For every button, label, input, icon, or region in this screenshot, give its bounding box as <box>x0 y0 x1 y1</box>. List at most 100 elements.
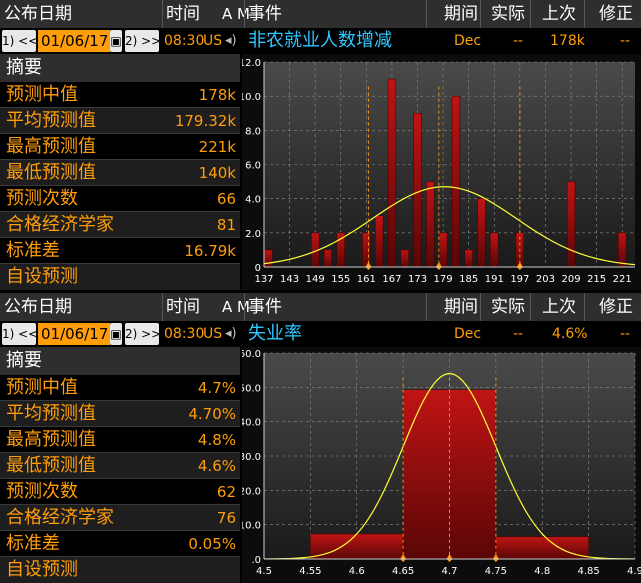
summary-title: 摘要 <box>0 54 240 82</box>
header-actual[interactable]: 实际 <box>491 293 525 321</box>
next-date-button[interactable]: 2) >> <box>125 323 161 345</box>
summary-row: 平均预测值 4.70% <box>0 401 240 427</box>
header-event[interactable]: 事件 <box>248 293 282 321</box>
summary-row: 合格经济学家 76 <box>0 505 240 531</box>
event-period: Dec <box>454 326 482 342</box>
header-period[interactable]: 期间 <box>444 0 478 28</box>
header-prior[interactable]: 上次 <box>542 0 576 28</box>
next-date-button[interactable]: 2) >> <box>125 30 161 52</box>
header-bar: 公布日期 时间 A M 事件 期间 实际 上次 修正 <box>0 0 641 28</box>
header-release-date[interactable]: 公布日期 <box>4 0 72 28</box>
header-release-date[interactable]: 公布日期 <box>4 293 72 321</box>
histogram-bar <box>566 181 576 268</box>
summary-row: 合格经济学家 81 <box>0 212 240 238</box>
release-date-field[interactable]: 01/06/17 <box>38 323 110 345</box>
summary-row: 预测次数 66 <box>0 186 240 212</box>
speaker-icon[interactable]: ◂) <box>225 30 237 52</box>
y-tick-label: 60.0 <box>242 349 261 360</box>
y-tick-label: 8.0 <box>245 126 261 137</box>
histogram-bar <box>464 249 473 268</box>
x-tick-label: 161 <box>357 274 376 285</box>
event-prior: 4.6% <box>552 326 588 342</box>
x-tick-label: 4.7 <box>442 566 458 577</box>
prev-date-button[interactable]: 1) << <box>2 30 38 52</box>
nfp-panel: 公布日期 时间 A M 事件 期间 实际 上次 修正 1) << 01/06/1… <box>0 0 641 290</box>
event-name[interactable]: 失业率 <box>248 323 302 345</box>
header-period[interactable]: 期间 <box>444 293 478 321</box>
header-time[interactable]: 时间 <box>166 293 200 321</box>
x-tick-label: 203 <box>536 274 555 285</box>
y-tick-label: 0 <box>255 263 261 274</box>
event-actual: -- <box>513 326 524 342</box>
y-tick-label: 40.0 <box>242 418 261 429</box>
summary-row: 标准差 0.05% <box>0 531 240 557</box>
x-tick-label: 143 <box>280 274 299 285</box>
y-tick-label: 20.0 <box>242 486 261 497</box>
event-actual: -- <box>513 33 524 49</box>
event-name[interactable]: 非农就业人数增减 <box>248 30 392 52</box>
header-am[interactable]: A M <box>222 0 250 28</box>
y-tick-label: 50.0 <box>242 383 261 394</box>
x-tick-label: 4.85 <box>577 566 599 577</box>
x-tick-label: 4.9 <box>627 566 641 577</box>
x-tick-label: 4.65 <box>392 566 414 577</box>
calendar-icon[interactable]: ▣ <box>110 30 122 52</box>
forecast-histogram-svg: .0 10.0 20.0 30.0 40.0 50.0 60.0 4.5 4.55 4.6 4.65… <box>242 349 641 577</box>
header-revision[interactable]: 修正 <box>599 293 633 321</box>
header-actual[interactable]: 实际 <box>491 0 525 28</box>
header-revision[interactable]: 修正 <box>599 0 633 28</box>
summary-row-custom-forecast[interactable]: 自设预测 <box>0 264 240 290</box>
x-tick-label: 179 <box>434 274 453 285</box>
speaker-icon[interactable]: ◂) <box>225 323 237 345</box>
x-tick-label: 215 <box>587 274 606 285</box>
forecast-summary: 摘要 预测中值 178k 平均预测值 179.32k 最高预测值 221k 最低预测值… <box>0 54 240 290</box>
y-tick-label: 30.0 <box>242 452 261 463</box>
release-time: 08:30 <box>164 326 205 342</box>
event-revision: -- <box>620 33 631 49</box>
event-revision: -- <box>620 326 631 342</box>
summary-row: 最低预测值 4.6% <box>0 453 240 479</box>
summary-row: 标准差 16.79k <box>0 238 240 264</box>
header-event[interactable]: 事件 <box>248 0 282 28</box>
histogram-bar <box>426 181 435 268</box>
histogram-bar <box>323 249 333 268</box>
histogram-bar <box>413 113 422 268</box>
y-tick-label: 2.0 <box>245 229 261 240</box>
release-date-field[interactable]: 01/06/17 <box>38 30 110 52</box>
summary-row: 平均预测值 179.32k <box>0 108 240 134</box>
x-tick-label: 155 <box>331 274 350 285</box>
calendar-icon[interactable]: ▣ <box>110 323 122 345</box>
histogram-bar <box>362 232 371 268</box>
forecast-histogram: 0 2.0 4.0 6.0 8.0 10.0 12.0 137 143 149 155 161 167 1… <box>242 54 641 290</box>
forecast-histogram: .0 10.0 20.0 30.0 40.0 50.0 60.0 4.5 4.55 4.6 4.65… <box>242 347 641 583</box>
header-am[interactable]: A M <box>222 293 250 321</box>
x-tick-label: 197 <box>510 274 529 285</box>
x-tick-label: 4.75 <box>485 566 507 577</box>
release-time: 08:30 <box>164 33 205 49</box>
histogram-bar <box>438 232 448 268</box>
summary-row: 最高预测值 4.8% <box>0 427 240 453</box>
summary-row: 预测中值 4.7% <box>0 375 240 401</box>
header-time[interactable]: 时间 <box>166 0 200 28</box>
histogram-bar <box>264 249 273 268</box>
summary-row: 预测中值 178k <box>0 82 240 108</box>
summary-row-custom-forecast[interactable]: 自设预测 <box>0 557 240 583</box>
y-tick-label: 4.0 <box>245 195 261 206</box>
unemployment-panel: 公布日期 时间 A M 事件 期间 实际 上次 修正 1) << 01/06/1… <box>0 293 641 583</box>
summary-row: 最高预测值 221k <box>0 134 240 160</box>
x-tick-label: 185 <box>459 274 478 285</box>
header-prior[interactable]: 上次 <box>542 293 576 321</box>
x-tick-label: 167 <box>382 274 401 285</box>
y-tick-label: 10.0 <box>242 92 261 103</box>
x-tick-label: 4.6 <box>349 566 365 577</box>
event-period: Dec <box>454 33 482 49</box>
event-row: 1) << 01/06/17 ▣ 2) >> 08:30 US ◂) 失业率 D… <box>0 321 641 347</box>
prev-date-button[interactable]: 1) << <box>2 323 38 345</box>
summary-row: 预测次数 62 <box>0 479 240 505</box>
x-tick-label: 209 <box>561 274 580 285</box>
country-code: US <box>203 326 223 342</box>
x-tick-label: 4.8 <box>534 566 550 577</box>
histogram-bar <box>477 198 486 268</box>
y-tick-label: 12.0 <box>242 58 261 69</box>
histogram-bar <box>387 78 397 268</box>
